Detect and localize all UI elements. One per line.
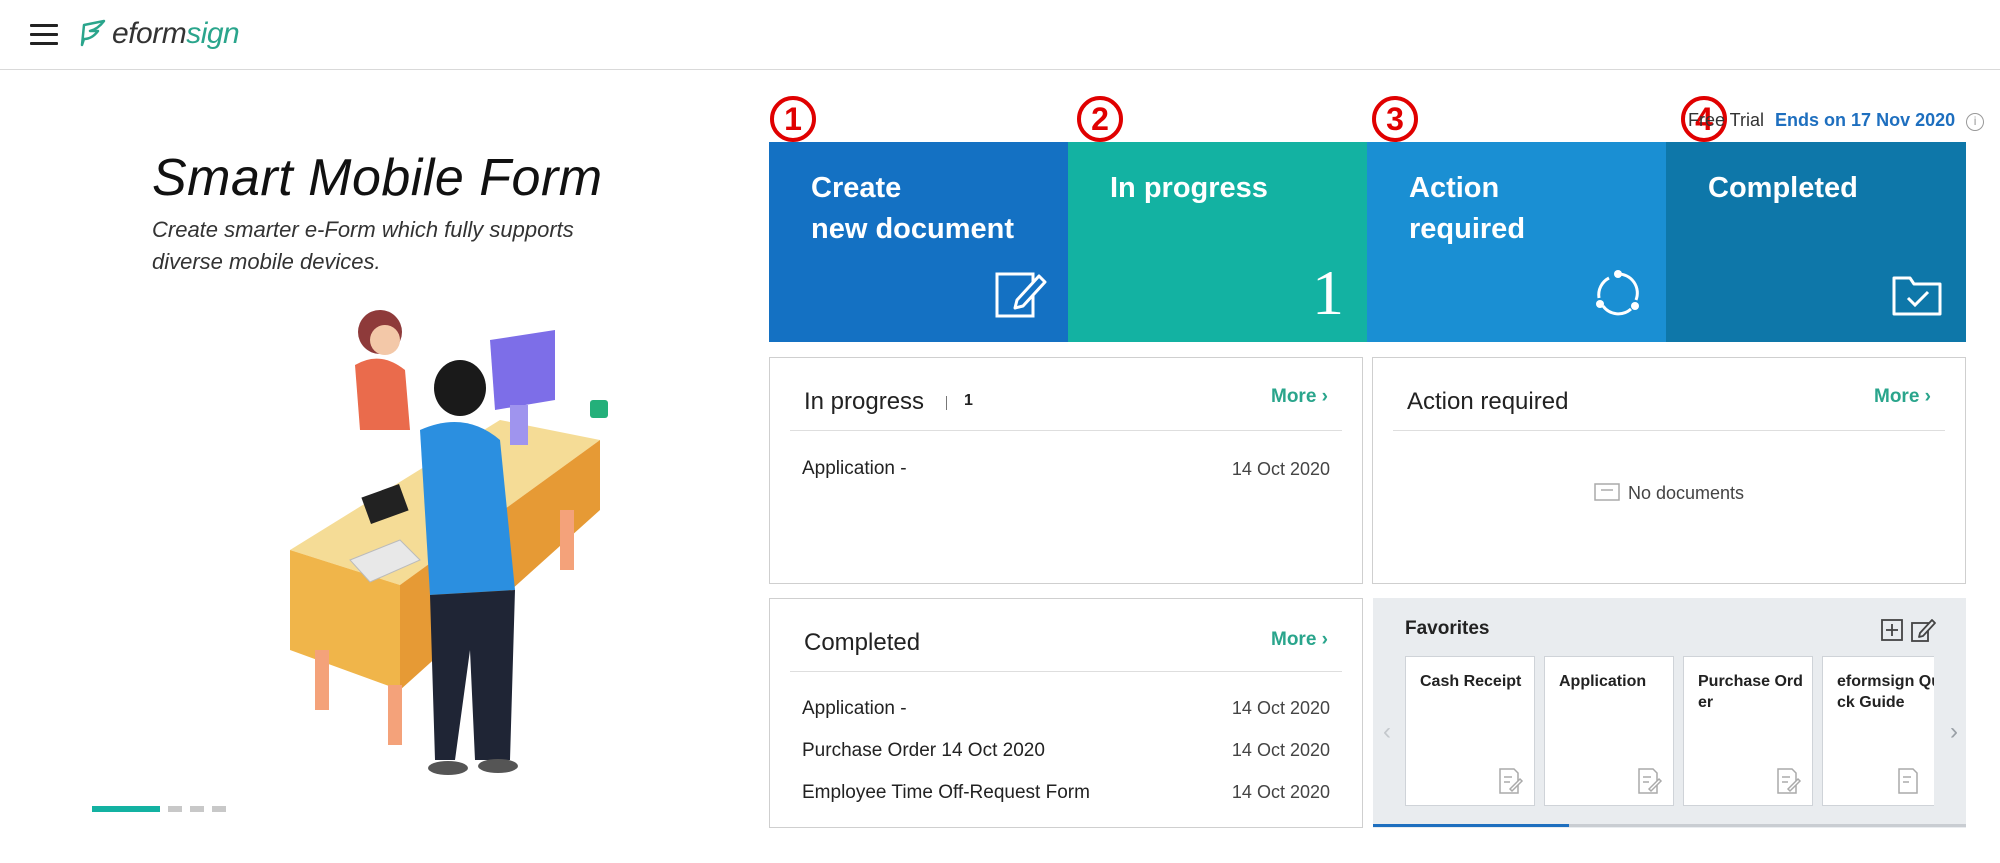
tile-label: Create new document	[811, 172, 1015, 245]
favorite-card-clip: eformsign Quick Guide	[1822, 656, 1934, 806]
annotation-2: 2	[1077, 96, 1123, 142]
favorite-card[interactable]: Cash Receipt	[1405, 656, 1535, 806]
info-icon[interactable]: i	[1966, 113, 1985, 131]
tile-in-progress[interactable]: In progress 1	[1068, 142, 1368, 342]
form-edit-icon	[1777, 768, 1802, 794]
favorite-card[interactable]: eformsign Quick Guide	[1822, 656, 1934, 806]
document-row-name[interactable]: Application -	[802, 698, 907, 720]
tile-label: In progress	[1110, 172, 1268, 204]
menu-icon[interactable]	[30, 24, 58, 46]
trial-end-date: Ends on 17 Nov 2020	[1775, 110, 1956, 130]
divider	[1393, 430, 1945, 431]
chevron-left-icon[interactable]: ‹	[1383, 718, 1391, 746]
favorite-card-label: Purchase Order	[1698, 673, 1803, 711]
document-row-name[interactable]: Employee Time Off-Request Form	[802, 782, 1090, 804]
favorite-card-label: Cash Receipt	[1420, 673, 1522, 690]
trial-label: Free Trial	[1688, 110, 1765, 130]
hero-subtitle: Create smarter e-Form which fully suppor…	[152, 217, 574, 274]
favorites-panel: Favorites ‹ › Cash Receipt Application P…	[1373, 598, 1966, 828]
reception-desk-illustration	[290, 310, 608, 775]
tile-action-required[interactable]: Action required	[1367, 142, 1667, 342]
eformsign-logo[interactable]: eformsign	[78, 14, 240, 54]
empty-state: No documents	[1373, 482, 1965, 504]
edit-document-icon	[995, 272, 1047, 318]
count-separator	[946, 396, 947, 410]
document-row-date: 14 Oct 2020	[1231, 459, 1330, 479]
more-link[interactable]: More ›	[1271, 629, 1328, 651]
favorite-card[interactable]: Purchase Order	[1683, 656, 1813, 806]
form-edit-icon	[1499, 768, 1524, 794]
carousel-dot[interactable]	[168, 806, 182, 812]
top-bar: eformsign	[0, 0, 2000, 70]
logo-text: eformsign	[112, 17, 240, 50]
refresh-cycle-icon	[1596, 270, 1639, 316]
document-row-date: 14 Oct 2020	[1231, 740, 1330, 760]
tile-label: Action required	[1409, 172, 1526, 245]
more-link[interactable]: More ›	[1874, 386, 1931, 408]
folder-check-icon	[1892, 276, 1942, 316]
add-favorite-icon[interactable]	[1880, 618, 1904, 642]
action-required-panel: Action required More › No documents	[1372, 357, 1966, 584]
tile-completed[interactable]: Completed	[1666, 142, 1966, 342]
form-edit-icon	[1638, 768, 1663, 794]
favorite-card-label: eformsign Quick Guide	[1837, 673, 1934, 711]
in-progress-count: 1	[964, 392, 973, 409]
completed-panel: Completed More › Application - 14 Oct 20…	[769, 598, 1363, 828]
panel-title: Completed	[804, 629, 921, 656]
document-row-date: 14 Oct 2020	[1231, 698, 1330, 718]
carousel-dot[interactable]	[212, 806, 226, 812]
leaf-logo-icon	[80, 19, 106, 47]
document-row-date: 14 Oct 2020	[1231, 782, 1330, 802]
annotation-3: 3	[1372, 96, 1418, 142]
carousel-dot[interactable]	[190, 806, 204, 812]
document-row-name[interactable]: Application -	[802, 458, 907, 480]
favorites-scrollbar-thumb[interactable]	[1373, 824, 1569, 827]
carousel-indicator	[92, 806, 226, 812]
empty-text: No documents	[1627, 483, 1745, 503]
edit-favorites-icon[interactable]	[1910, 617, 1936, 643]
favorites-scrollbar[interactable]	[1373, 824, 1966, 827]
divider	[790, 671, 1342, 672]
form-edit-icon	[1898, 768, 1918, 794]
panel-title: Action required	[1407, 388, 1569, 415]
trial-info: Free Trial Ends on 17 Nov 2020 i	[1688, 110, 1985, 131]
divider	[790, 430, 1342, 431]
favorites-title: Favorites	[1405, 618, 1490, 639]
annotation-1: 1	[770, 96, 816, 142]
favorite-card[interactable]: Application	[1544, 656, 1674, 806]
more-link[interactable]: More ›	[1271, 386, 1328, 408]
inbox-icon	[1594, 483, 1620, 501]
hero-title: Smart Mobile Form	[152, 149, 603, 207]
document-row-name[interactable]: Purchase Order 14 Oct 2020	[802, 740, 1045, 762]
chevron-right-icon[interactable]: ›	[1950, 718, 1958, 746]
in-progress-panel: In progress 1 More › Application - 14 Oc…	[769, 357, 1363, 584]
tile-count: 1	[1312, 257, 1344, 328]
panel-title: In progress	[804, 388, 925, 415]
carousel-dot-active[interactable]	[92, 806, 160, 812]
tile-label: Completed	[1708, 172, 1858, 204]
favorite-card-label: Application	[1559, 673, 1647, 690]
tile-create-new-document[interactable]: Create new document	[769, 142, 1069, 342]
